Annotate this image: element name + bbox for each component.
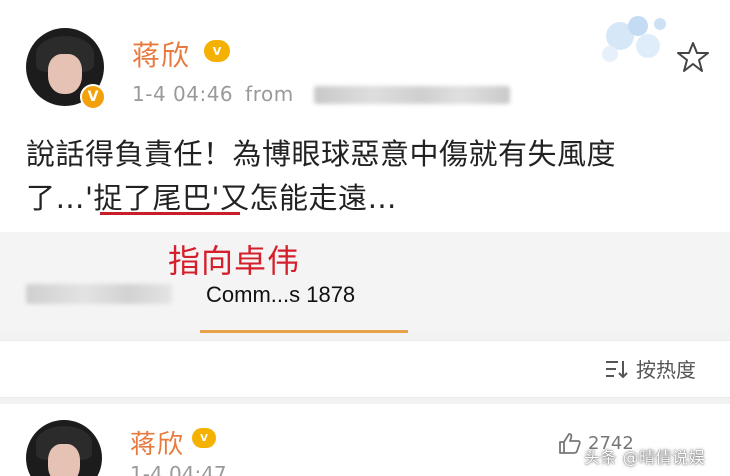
sort-label: 按热度 bbox=[636, 358, 696, 382]
avatar-face bbox=[48, 54, 82, 94]
vip-badge-icon: V bbox=[192, 428, 216, 448]
decoration-flower-icon bbox=[602, 16, 666, 62]
avatar-face bbox=[48, 444, 80, 476]
highlight-underline-orange bbox=[200, 330, 408, 333]
comments-count[interactable]: Comm...s 1878 bbox=[206, 282, 355, 308]
verified-badge: V bbox=[80, 84, 106, 110]
from-label: from bbox=[245, 82, 294, 106]
author-name[interactable]: 蒋欣 bbox=[132, 34, 190, 74]
sort-by-heat-button[interactable]: 按热度 bbox=[604, 354, 696, 383]
author-name-2[interactable]: 蒋欣 bbox=[130, 424, 184, 461]
vip-badge-icon: V bbox=[204, 40, 230, 62]
annotation-text: 指向卓伟 bbox=[168, 242, 301, 280]
watermark: 头条 @晴倩说娱 bbox=[584, 448, 706, 467]
thumbs-up-icon bbox=[559, 433, 581, 454]
highlight-underline-red bbox=[100, 212, 240, 215]
post-meta: 1-4 04:46 from bbox=[132, 82, 294, 106]
post-time: 1-4 04:46 bbox=[132, 82, 234, 106]
comments-strip bbox=[0, 232, 730, 332]
star-outline-icon[interactable] bbox=[676, 40, 710, 74]
sort-icon bbox=[606, 360, 628, 378]
blurred-username bbox=[26, 284, 172, 304]
blurred-source bbox=[314, 86, 510, 104]
post-time-2: 1-4 04:47 bbox=[130, 462, 227, 476]
post-content: 說話得負責任！為博眼球惡意中傷就有失風度 了…'捉了尾巴'又怎能走遠… bbox=[26, 132, 716, 220]
post-content-line-1: 說話得負責任！為博眼球惡意中傷就有失風度 bbox=[26, 137, 617, 171]
